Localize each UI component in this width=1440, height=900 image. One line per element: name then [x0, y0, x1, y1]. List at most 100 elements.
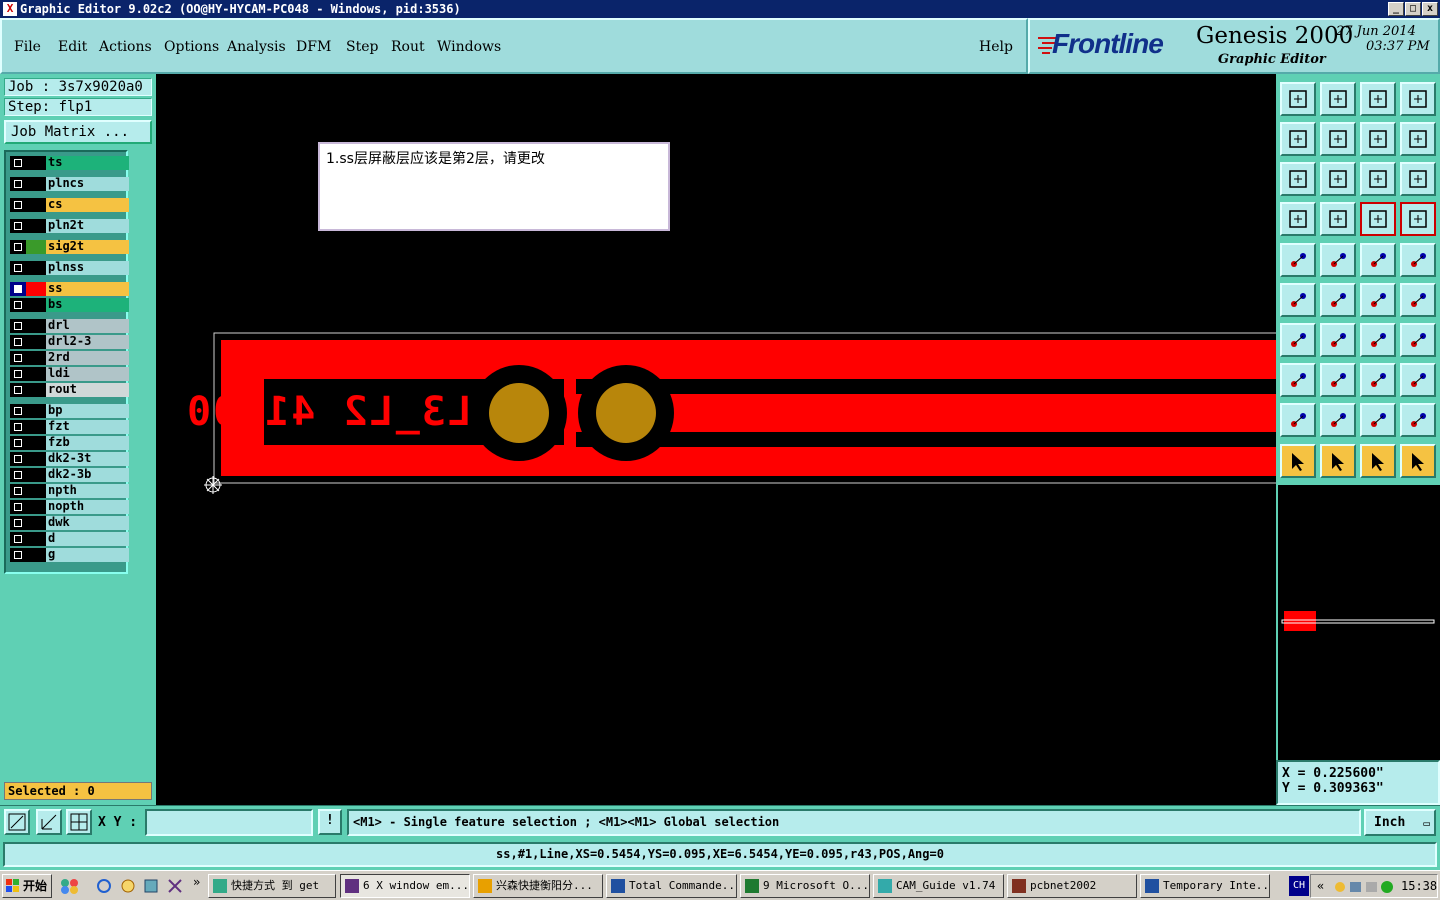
snap-layer-button[interactable]: [1360, 202, 1396, 236]
zoom-window-button[interactable]: [4, 809, 30, 835]
pointer-arrow-button[interactable]: [1360, 444, 1396, 478]
layer-name[interactable]: plncs: [46, 177, 129, 191]
lang-indicator[interactable]: CH: [1289, 876, 1309, 896]
snap-button[interactable]: [36, 809, 62, 835]
browser-icon[interactable]: [143, 878, 159, 894]
start-button[interactable]: 开始: [2, 874, 52, 898]
layer-color-swatch[interactable]: [26, 298, 46, 312]
layer-color-swatch[interactable]: [26, 420, 46, 434]
menu-edit[interactable]: Edit: [58, 39, 87, 55]
layer-name[interactable]: bp: [46, 404, 129, 418]
menu-analysis[interactable]: Analysis: [227, 39, 286, 55]
layer-row-rout[interactable]: rout: [10, 383, 129, 397]
layer-name[interactable]: drl: [46, 319, 129, 333]
layer-color-swatch[interactable]: [26, 548, 46, 562]
layer-name[interactable]: plnss: [46, 261, 129, 275]
layer-name[interactable]: cs: [46, 198, 129, 212]
layer-color-swatch[interactable]: [26, 177, 46, 191]
layer-row-fzt[interactable]: fzt: [10, 420, 129, 434]
layer-name[interactable]: ss: [46, 282, 129, 296]
layer-color-swatch[interactable]: [26, 198, 46, 212]
menu-rout[interactable]: Rout: [391, 39, 425, 55]
layer-checkbox[interactable]: [10, 177, 26, 191]
taskbar-item[interactable]: 6 X window em...: [340, 874, 470, 898]
layer-checkbox[interactable]: [10, 282, 26, 296]
layer-name[interactable]: npth: [46, 484, 129, 498]
menu-options[interactable]: Options: [164, 39, 219, 55]
line-tool-button[interactable]: [1320, 323, 1356, 357]
layer-color-swatch[interactable]: [26, 532, 46, 546]
angle-tool-button[interactable]: [1280, 323, 1316, 357]
pad-tool-button[interactable]: [1400, 243, 1436, 277]
layer-row-fzb[interactable]: fzb: [10, 436, 129, 450]
layer-checkbox[interactable]: [10, 335, 26, 349]
layer-name[interactable]: dk2-3b: [46, 468, 129, 482]
select-feature-button[interactable]: [1280, 243, 1316, 277]
warning-button[interactable]: !: [318, 809, 342, 835]
arch-tool-3-button[interactable]: [1400, 403, 1436, 437]
layer-row-drl2-3[interactable]: drl2-3: [10, 335, 129, 349]
layer-checkbox[interactable]: [10, 516, 26, 530]
layer-name[interactable]: fzt: [46, 420, 129, 434]
line-point-button[interactable]: [1360, 283, 1396, 317]
layer-name[interactable]: sig2t: [46, 240, 129, 254]
mirror-tool-button[interactable]: [1400, 323, 1436, 357]
layer-name[interactable]: dwk: [46, 516, 129, 530]
layer-color-swatch[interactable]: [26, 436, 46, 450]
layer-row-bp[interactable]: bp: [10, 404, 129, 418]
layer-color-swatch[interactable]: [26, 156, 46, 170]
layer-checkbox[interactable]: [10, 261, 26, 275]
layer-row-ss[interactable]: ss: [10, 282, 129, 296]
layer-color-swatch[interactable]: [26, 282, 46, 296]
layer-checkbox[interactable]: [10, 383, 26, 397]
net-select-button[interactable]: [1280, 283, 1316, 317]
layer-row-npth[interactable]: npth: [10, 484, 129, 498]
next-view-button[interactable]: [1320, 122, 1356, 156]
layer-checkbox[interactable]: [10, 367, 26, 381]
layer-row-dk2-3b[interactable]: dk2-3b: [10, 468, 129, 482]
taskbar-item[interactable]: pcbnet2002: [1007, 874, 1137, 898]
layer-name[interactable]: ldi: [46, 367, 129, 381]
overview-window[interactable]: [1276, 485, 1440, 760]
menu-dfm[interactable]: DFM: [296, 39, 331, 55]
taskbar-item[interactable]: 兴森快捷衡阳分...: [473, 874, 603, 898]
units-select[interactable]: Inch ▭: [1364, 809, 1436, 836]
minimize-button[interactable]: _: [1388, 2, 1404, 16]
layer-checkbox[interactable]: [10, 532, 26, 546]
layer-row-2rd[interactable]: 2rd: [10, 351, 129, 365]
arch-tool-2-button[interactable]: [1360, 403, 1396, 437]
menu-file[interactable]: File: [14, 39, 41, 55]
layer-name[interactable]: rout: [46, 383, 129, 397]
layer-checkbox[interactable]: [10, 500, 26, 514]
layer-color-swatch[interactable]: [26, 351, 46, 365]
layer-checkbox[interactable]: [10, 484, 26, 498]
layer-color-swatch[interactable]: [26, 261, 46, 275]
layer-checkbox[interactable]: [10, 156, 26, 170]
layer-color-swatch[interactable]: [26, 484, 46, 498]
layer-color-swatch[interactable]: [26, 335, 46, 349]
measure-ruler-button[interactable]: [1360, 243, 1396, 277]
zoom-home-button[interactable]: [1280, 82, 1316, 116]
layer-row-g[interactable]: g: [10, 548, 129, 562]
layer-checkbox[interactable]: [10, 436, 26, 450]
layer-color-swatch[interactable]: [26, 452, 46, 466]
measure-tool-button[interactable]: [1280, 202, 1316, 236]
layer-row-cs[interactable]: cs: [10, 198, 129, 212]
menu-windows[interactable]: Windows: [437, 39, 501, 55]
layer-checkbox[interactable]: [10, 548, 26, 562]
layer-color-swatch[interactable]: [26, 516, 46, 530]
dash-tool-button[interactable]: [1320, 363, 1356, 397]
dimension-tool-button[interactable]: [1360, 363, 1396, 397]
layer-color-swatch[interactable]: [26, 219, 46, 233]
tray-expand-icon[interactable]: «: [1317, 875, 1324, 897]
clock-app-icon[interactable]: [120, 878, 136, 894]
layer-row-sig2t[interactable]: sig2t: [10, 240, 129, 254]
layer-name[interactable]: dk2-3t: [46, 452, 129, 466]
layer-color-swatch[interactable]: [26, 383, 46, 397]
layer-row-pln2t[interactable]: pln2t: [10, 219, 129, 233]
split-view-button[interactable]: [1400, 82, 1436, 116]
grid-button[interactable]: [66, 809, 92, 835]
layer-name[interactable]: ts: [46, 156, 129, 170]
layer-row-dwk[interactable]: dwk: [10, 516, 129, 530]
layer-row-plnss[interactable]: plnss: [10, 261, 129, 275]
